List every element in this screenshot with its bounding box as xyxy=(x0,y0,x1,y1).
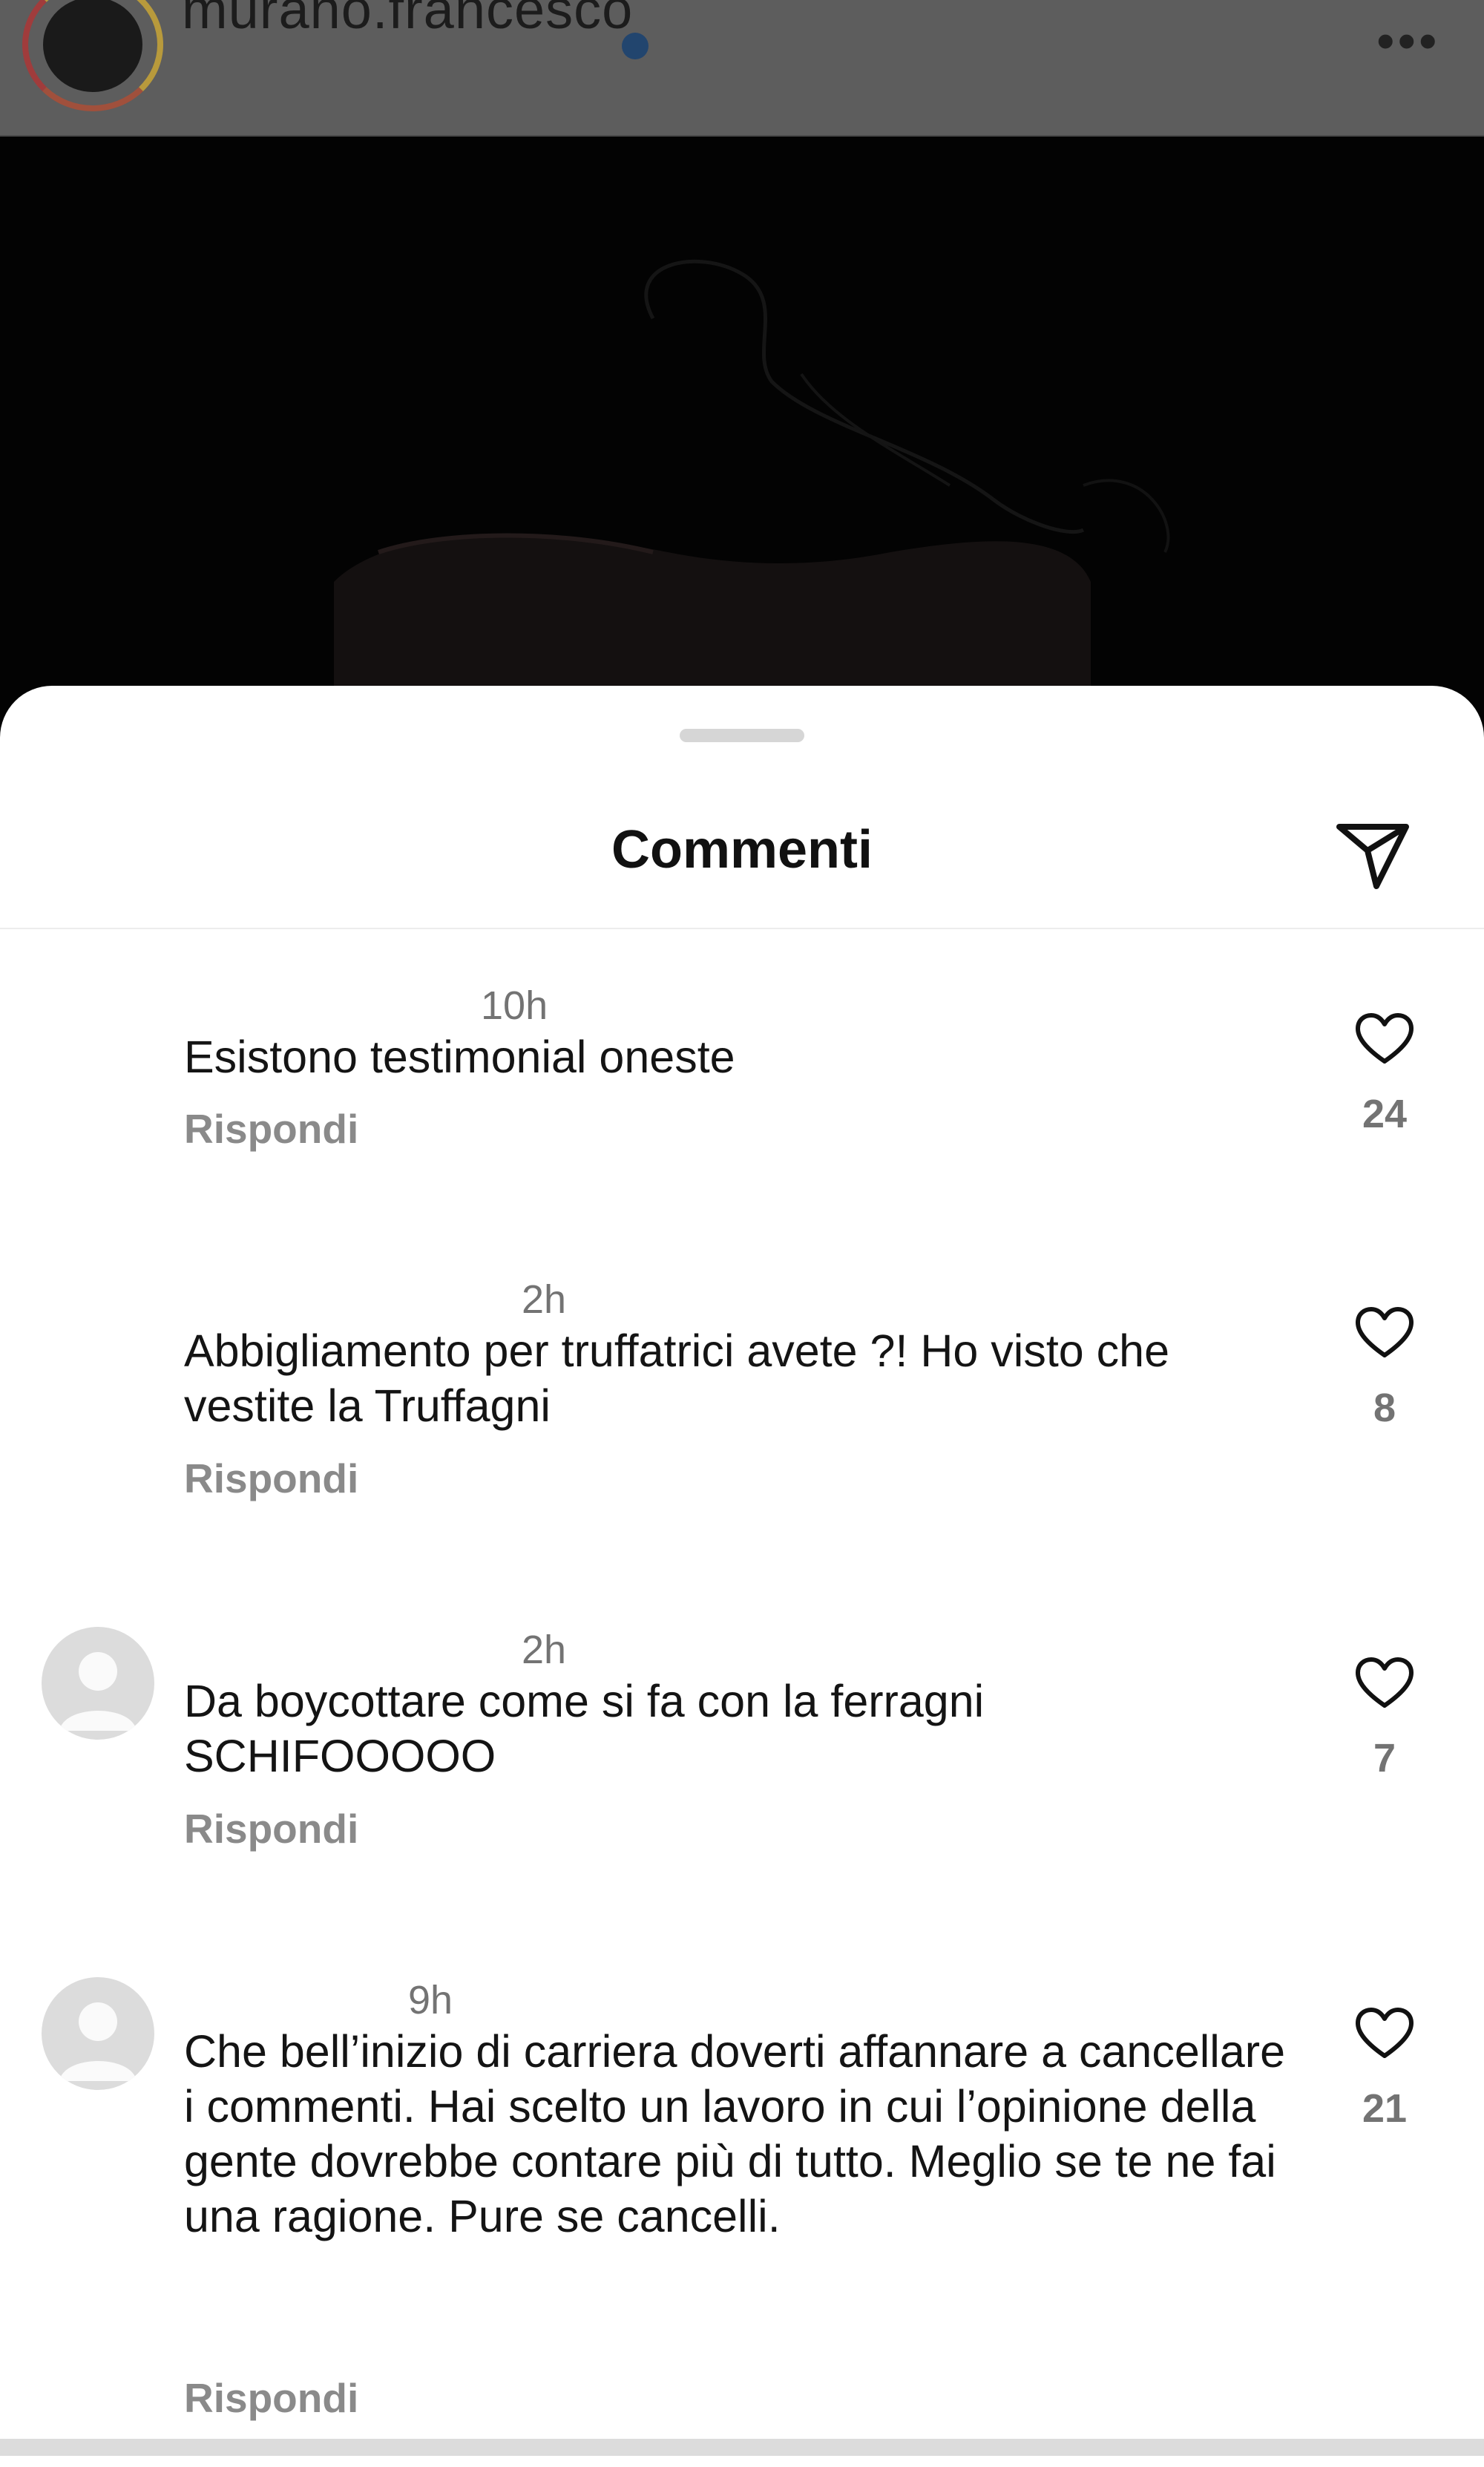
comments-sheet: Commenti 10h Esistono testimonial oneste… xyxy=(0,686,1484,2467)
reply-button[interactable]: Rispondi xyxy=(184,1105,358,1153)
bottom-edge xyxy=(0,2439,1484,2456)
comment-text: Abbigliamento per truffatrici avete ?! H… xyxy=(184,1326,1170,1431)
comment-text: Esistono testimonial oneste xyxy=(184,1032,735,1082)
heart-icon[interactable] xyxy=(1355,2007,1414,2060)
comment-time: 9h xyxy=(408,1978,453,2022)
post-header: murano.francesco ••• xyxy=(0,0,1484,137)
sheet-title: Commenti xyxy=(611,820,873,879)
reply-button[interactable]: Rispondi xyxy=(184,2374,358,2422)
like-count: 21 xyxy=(1362,2086,1408,2131)
comment-time: 2h xyxy=(522,1277,567,1322)
like-count: 7 xyxy=(1373,1736,1396,1780)
comment-time: 10h xyxy=(481,983,548,1028)
paper-plane-icon[interactable] xyxy=(1332,812,1414,894)
more-dots-icon[interactable]: ••• xyxy=(1376,15,1440,67)
header-divider xyxy=(0,928,1484,929)
post-author-avatar[interactable] xyxy=(22,0,163,111)
post-image xyxy=(334,259,1170,730)
like-count: 24 xyxy=(1362,1092,1408,1136)
sheet-drag-handle[interactable] xyxy=(680,729,804,742)
post-media xyxy=(0,137,1484,730)
reply-button[interactable]: Rispondi xyxy=(184,1805,358,1852)
heart-icon[interactable] xyxy=(1355,1657,1414,1710)
reply-button[interactable]: Rispondi xyxy=(184,1455,358,1502)
like-count: 8 xyxy=(1373,1386,1396,1430)
comment-time: 2h xyxy=(522,1628,567,1672)
verified-badge-icon xyxy=(622,33,649,59)
comment-text: Che bell’inizio di carriera doverti affa… xyxy=(184,2026,1286,2241)
avatar[interactable] xyxy=(42,1627,154,1740)
heart-icon[interactable] xyxy=(1355,1306,1414,1360)
comment-text: Da boycottare come si fa con la ferragni… xyxy=(184,1676,985,1781)
avatar[interactable] xyxy=(42,1977,154,2090)
heart-icon[interactable] xyxy=(1355,1012,1414,1066)
post-username[interactable]: murano.francesco xyxy=(182,0,633,41)
